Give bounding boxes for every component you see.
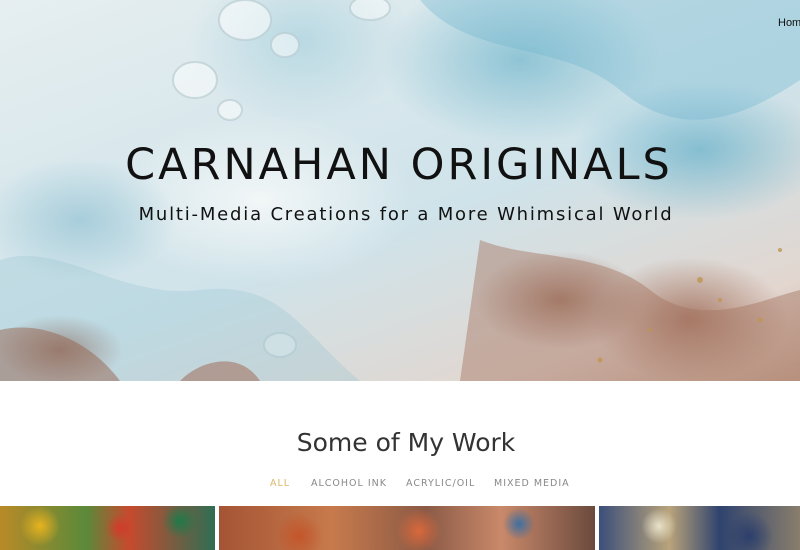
portfolio-filter-bar: ALL ALCOHOL INK ACRYLIC/OIL MIXED MEDIA [0,478,800,492]
gallery-item[interactable] [599,506,800,550]
site-tagline: Multi-Media Creations for a More Whimsic… [138,204,674,225]
work-section-title: Some of My Work [296,428,516,457]
filter-acrylic-oil[interactable]: ACRYLIC/OIL [406,478,475,489]
hero-background-art [0,0,800,381]
gallery-item[interactable] [219,506,595,550]
portfolio-gallery [0,506,800,550]
filter-mixed-media[interactable]: MIXED MEDIA [494,478,570,489]
filter-alcohol-ink[interactable]: ALCOHOL INK [311,478,387,489]
site-title: CARNAHAN ORIGINALS [125,140,673,190]
nav-home-link[interactable]: Hom [778,17,800,29]
hero-banner: Hom CARNAHAN ORIGINALS Multi-Media Creat… [0,0,800,381]
gallery-item[interactable] [0,506,215,550]
filter-all[interactable]: ALL [270,478,290,489]
